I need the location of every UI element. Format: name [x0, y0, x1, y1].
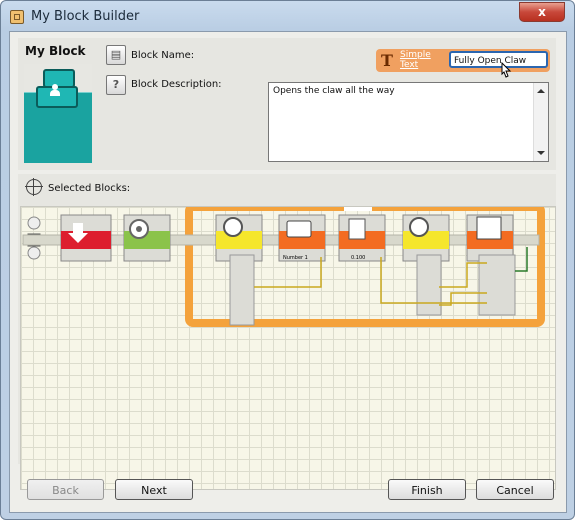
- program-canvas[interactable]: Number 1 0.100: [20, 203, 556, 490]
- block-description-textarea[interactable]: Opens the claw all the way: [268, 82, 549, 162]
- my-block-panel: My Block: [18, 38, 102, 170]
- block-name-label: Block Name:: [131, 50, 195, 61]
- title-bar: My Block Builder x: [1, 1, 574, 33]
- cancel-button[interactable]: Cancel: [476, 479, 554, 500]
- close-button[interactable]: x: [519, 2, 565, 22]
- rotation-data-hub: [229, 254, 255, 326]
- compare-data-hub: [478, 254, 516, 316]
- constant-value-label: 0.100: [351, 255, 365, 261]
- name-field-icon: ▤: [106, 45, 126, 65]
- loop-arrow: [344, 205, 372, 211]
- next-button[interactable]: Next: [115, 479, 193, 500]
- number-icon: [348, 218, 366, 240]
- my-block-heading: My Block: [25, 44, 86, 58]
- description-scrollbar[interactable]: [533, 83, 548, 161]
- app-icon: [10, 10, 24, 24]
- window-title: My Block Builder: [31, 9, 140, 24]
- compare-icon: [476, 216, 502, 240]
- my-block-builder-window: My Block Builder x My Block ▤ Block Name…: [0, 0, 575, 520]
- help-icon: ?: [106, 75, 126, 95]
- simple-text-link[interactable]: Simple Text: [400, 50, 440, 70]
- my-block-icon-preview: [24, 64, 92, 163]
- scroll-up-icon[interactable]: [537, 89, 545, 93]
- rotation-data-hub-2: [416, 254, 442, 316]
- crosshair-icon: [25, 178, 43, 196]
- rotation-icon: [223, 217, 243, 237]
- text-t-icon: T: [381, 51, 393, 70]
- block-description-label: Block Description:: [131, 79, 222, 90]
- mouse-cursor-icon: [501, 62, 512, 78]
- person-icon: [50, 84, 60, 96]
- back-button[interactable]: Back: [27, 479, 104, 500]
- block-description-text: Opens the claw all the way: [273, 86, 395, 96]
- dialog-client: My Block ▤ Block Name: ? Block Descripti…: [9, 31, 567, 513]
- my-block-icon: [36, 69, 78, 113]
- scroll-down-icon[interactable]: [537, 151, 545, 155]
- briefcase-icon: [286, 220, 312, 238]
- finish-button[interactable]: Finish: [388, 479, 466, 500]
- program-diagram: Number 1 0.100: [22, 203, 545, 327]
- rotation-icon-2: [409, 217, 429, 237]
- selected-blocks-label: Selected Blocks:: [48, 183, 131, 194]
- math-block-label: Number 1: [283, 255, 308, 261]
